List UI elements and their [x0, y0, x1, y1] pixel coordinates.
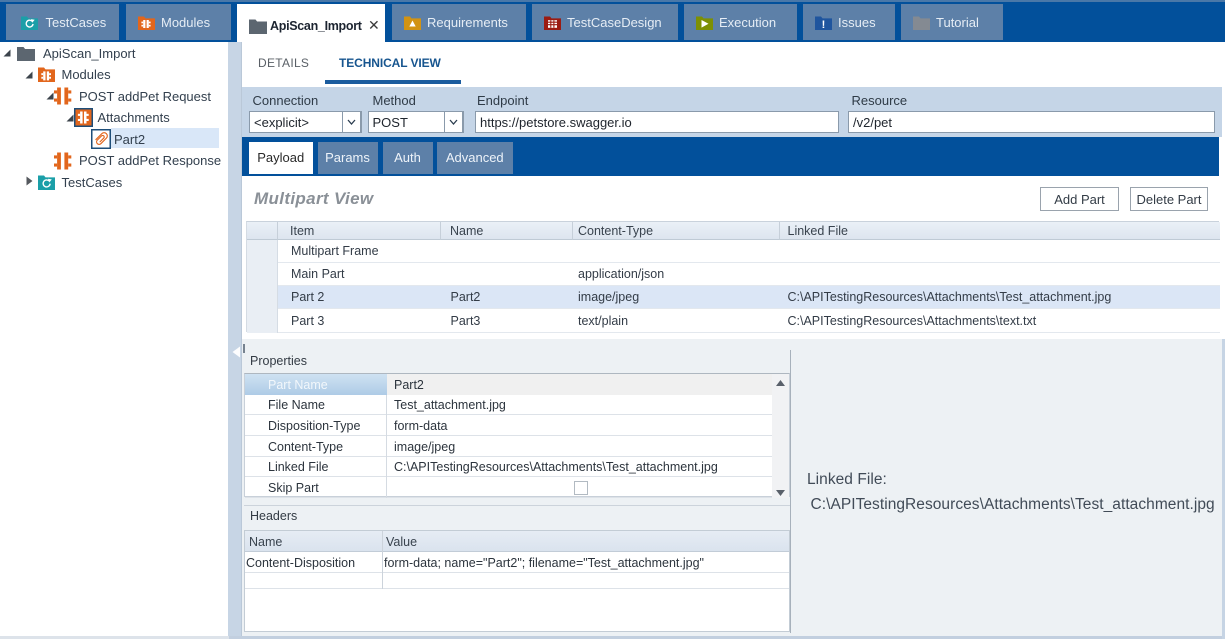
svg-text:!: ! — [822, 19, 826, 31]
